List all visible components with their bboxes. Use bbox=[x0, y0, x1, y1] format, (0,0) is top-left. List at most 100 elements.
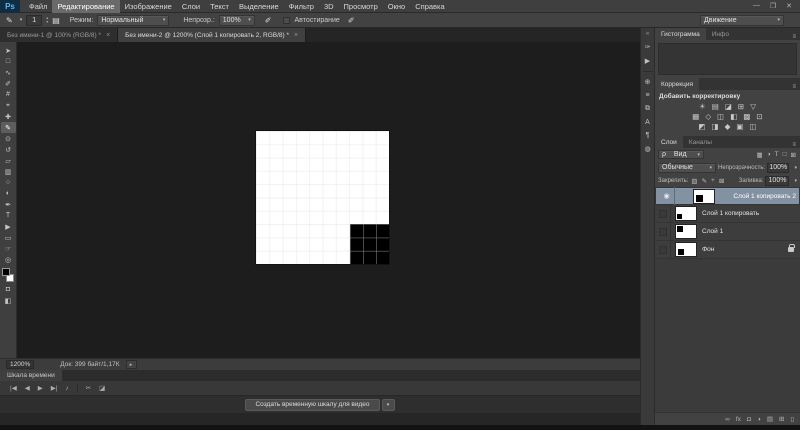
layer-fill-field[interactable]: 100% bbox=[765, 175, 790, 186]
stepper-down-icon[interactable]: ▾ bbox=[46, 20, 48, 24]
tab-info[interactable]: Инфо bbox=[706, 28, 735, 40]
pencil-tool[interactable]: ✎ bbox=[0, 122, 16, 133]
type-tool[interactable]: T bbox=[1, 210, 16, 221]
first-frame-button[interactable]: |◀ bbox=[10, 384, 17, 392]
exposure-icon[interactable]: ⊞ bbox=[738, 102, 744, 112]
tab-histogram[interactable]: Гистограмма bbox=[655, 28, 706, 40]
tab-adjustments[interactable]: Коррекция bbox=[655, 78, 699, 90]
visibility-toggle[interactable]: ◉ bbox=[659, 187, 675, 205]
levels-icon[interactable]: ▤ bbox=[712, 102, 719, 112]
layer-blend-mode-select[interactable]: Обычные ▾ bbox=[658, 162, 716, 173]
healing-brush-tool[interactable]: ✚ bbox=[1, 111, 16, 122]
gradient-tool[interactable]: ▥ bbox=[1, 166, 16, 177]
painted-pixels-grid[interactable] bbox=[350, 224, 389, 264]
layer-row[interactable]: Слой 1 копировать bbox=[655, 204, 800, 223]
opacity-select[interactable]: 100% ▾ bbox=[218, 14, 255, 26]
transition-icon[interactable]: ◪ bbox=[99, 384, 105, 392]
quick-mask-button[interactable]: ◘ bbox=[1, 284, 16, 295]
menu-type[interactable]: Текст bbox=[205, 0, 234, 13]
previous-frame-button[interactable]: ◀ bbox=[25, 384, 30, 392]
curves-icon[interactable]: ◪ bbox=[725, 102, 732, 112]
menu-image[interactable]: Изображение bbox=[120, 0, 177, 13]
chevron-down-icon[interactable]: ▾ bbox=[794, 165, 797, 171]
tab-timeline[interactable]: Шкала времени bbox=[0, 370, 62, 381]
menu-edit[interactable]: Редактирование bbox=[52, 0, 120, 13]
lock-position-icon[interactable]: + bbox=[710, 177, 716, 184]
split-clip-icon[interactable]: ✂ bbox=[86, 384, 91, 392]
visibility-toggle[interactable] bbox=[655, 240, 671, 259]
smoothing-icon[interactable]: ✐ bbox=[348, 16, 355, 25]
close-button[interactable]: ✕ bbox=[786, 2, 792, 10]
layer-row-background[interactable]: Фон bbox=[655, 240, 800, 259]
auto-erase-checkbox[interactable] bbox=[283, 16, 291, 24]
adjustment-layer-icon[interactable]: ◑ bbox=[757, 416, 761, 423]
color-swatches[interactable] bbox=[0, 267, 17, 284]
filter-smart-objects-icon[interactable]: ⊠ bbox=[790, 151, 797, 159]
document-canvas[interactable] bbox=[256, 131, 389, 264]
visibility-toggle[interactable] bbox=[655, 222, 671, 241]
layer-name[interactable]: Фон bbox=[702, 246, 714, 253]
layer-name[interactable]: Слой 1 копировать bbox=[702, 210, 759, 217]
lock-all-icon[interactable]: ⊠ bbox=[718, 177, 725, 185]
history-brush-tool[interactable]: ↺ bbox=[1, 144, 16, 155]
create-video-timeline-button[interactable]: Создать временную шкалу для видео bbox=[245, 398, 380, 411]
menu-3d[interactable]: 3D bbox=[319, 0, 339, 13]
document-tab-1[interactable]: Без имени-1 @ 100% (RGB/8) * × bbox=[0, 28, 119, 42]
menu-filter[interactable]: Фильтр bbox=[284, 0, 319, 13]
visibility-toggle[interactable] bbox=[655, 204, 671, 223]
quick-selection-tool[interactable]: ✐ bbox=[1, 78, 16, 89]
crop-tool[interactable]: # bbox=[1, 89, 16, 100]
menu-help[interactable]: Справка bbox=[410, 0, 449, 13]
selective-color-icon[interactable]: ◫ bbox=[749, 122, 756, 132]
shape-tool[interactable]: ▭ bbox=[1, 232, 16, 243]
menu-layers[interactable]: Слои bbox=[177, 0, 205, 13]
layer-style-icon[interactable]: fx bbox=[736, 416, 741, 423]
foreground-color-swatch[interactable] bbox=[1, 268, 10, 276]
timeline-type-dropdown[interactable]: ▾ bbox=[381, 398, 395, 411]
eyedropper-tool[interactable]: ⌖ bbox=[1, 100, 16, 111]
menu-view[interactable]: Просмотр bbox=[339, 0, 383, 13]
lock-image-pixels-icon[interactable]: ✎ bbox=[701, 177, 708, 185]
layer-opacity-field[interactable]: 100% bbox=[767, 162, 790, 173]
pen-tool[interactable]: ✒ bbox=[1, 199, 16, 210]
zoom-level-field[interactable]: 1200% bbox=[6, 360, 35, 369]
brush-size-stepper[interactable]: ▴ ▾ bbox=[46, 16, 48, 24]
status-popup-arrow-icon[interactable]: ▸ bbox=[125, 360, 137, 369]
expand-panels-icon[interactable]: « bbox=[646, 31, 649, 37]
posterize-icon[interactable]: ◨ bbox=[712, 122, 719, 132]
character-panel-icon[interactable]: A bbox=[645, 119, 650, 126]
color-lookup-icon[interactable]: ⊡ bbox=[756, 112, 762, 122]
delete-layer-icon[interactable]: ▯ bbox=[790, 415, 794, 423]
tab-channels[interactable]: Каналы bbox=[683, 136, 718, 148]
layer-row-selected[interactable]: ◉ Слой 1 копировать 2 bbox=[655, 187, 800, 205]
vibrance-icon[interactable]: ▽ bbox=[750, 102, 756, 112]
link-layers-icon[interactable]: ∞ bbox=[725, 416, 730, 423]
invert-icon[interactable]: ◩ bbox=[698, 122, 705, 132]
menu-select[interactable]: Выделение bbox=[234, 0, 284, 13]
filter-pixel-layers-icon[interactable]: ▦ bbox=[756, 151, 764, 159]
actions-panel-icon[interactable]: ▶ bbox=[645, 57, 650, 65]
layer-thumbnail[interactable] bbox=[675, 242, 697, 257]
pencil-preset-icon[interactable]: ✎ bbox=[6, 16, 13, 25]
filter-type-layers-icon[interactable]: T bbox=[774, 151, 780, 158]
restore-button[interactable]: ❐ bbox=[770, 2, 776, 10]
lasso-tool[interactable]: ∿ bbox=[1, 67, 16, 78]
brush-panel-toggle-icon[interactable]: ▤ bbox=[52, 16, 60, 25]
layer-thumbnail[interactable] bbox=[692, 188, 715, 204]
gradient-map-icon[interactable]: ▣ bbox=[736, 122, 743, 132]
canvas-area[interactable] bbox=[17, 42, 640, 358]
layer-thumbnail[interactable] bbox=[675, 206, 697, 221]
layer-name[interactable]: Слой 1 bbox=[702, 228, 723, 235]
brightness-contrast-icon[interactable]: ☀ bbox=[699, 102, 706, 112]
layer-mask-icon[interactable]: ◘ bbox=[747, 416, 751, 423]
tab-close-icon[interactable]: × bbox=[294, 32, 298, 39]
filter-shape-layers-icon[interactable]: □ bbox=[782, 151, 788, 158]
zoom-tool[interactable]: ◎ bbox=[1, 254, 16, 265]
tab-layers[interactable]: Слои bbox=[655, 136, 683, 148]
lock-transparent-pixels-icon[interactable]: ▨ bbox=[690, 177, 698, 185]
layer-thumbnail[interactable] bbox=[675, 224, 697, 239]
workspace-select[interactable]: Движение ▾ bbox=[700, 14, 784, 26]
audio-toggle-button[interactable]: ♪ bbox=[65, 385, 68, 392]
layer-comps-panel-icon[interactable]: ⧉ bbox=[645, 105, 650, 113]
blur-tool[interactable]: ○ bbox=[1, 177, 16, 188]
